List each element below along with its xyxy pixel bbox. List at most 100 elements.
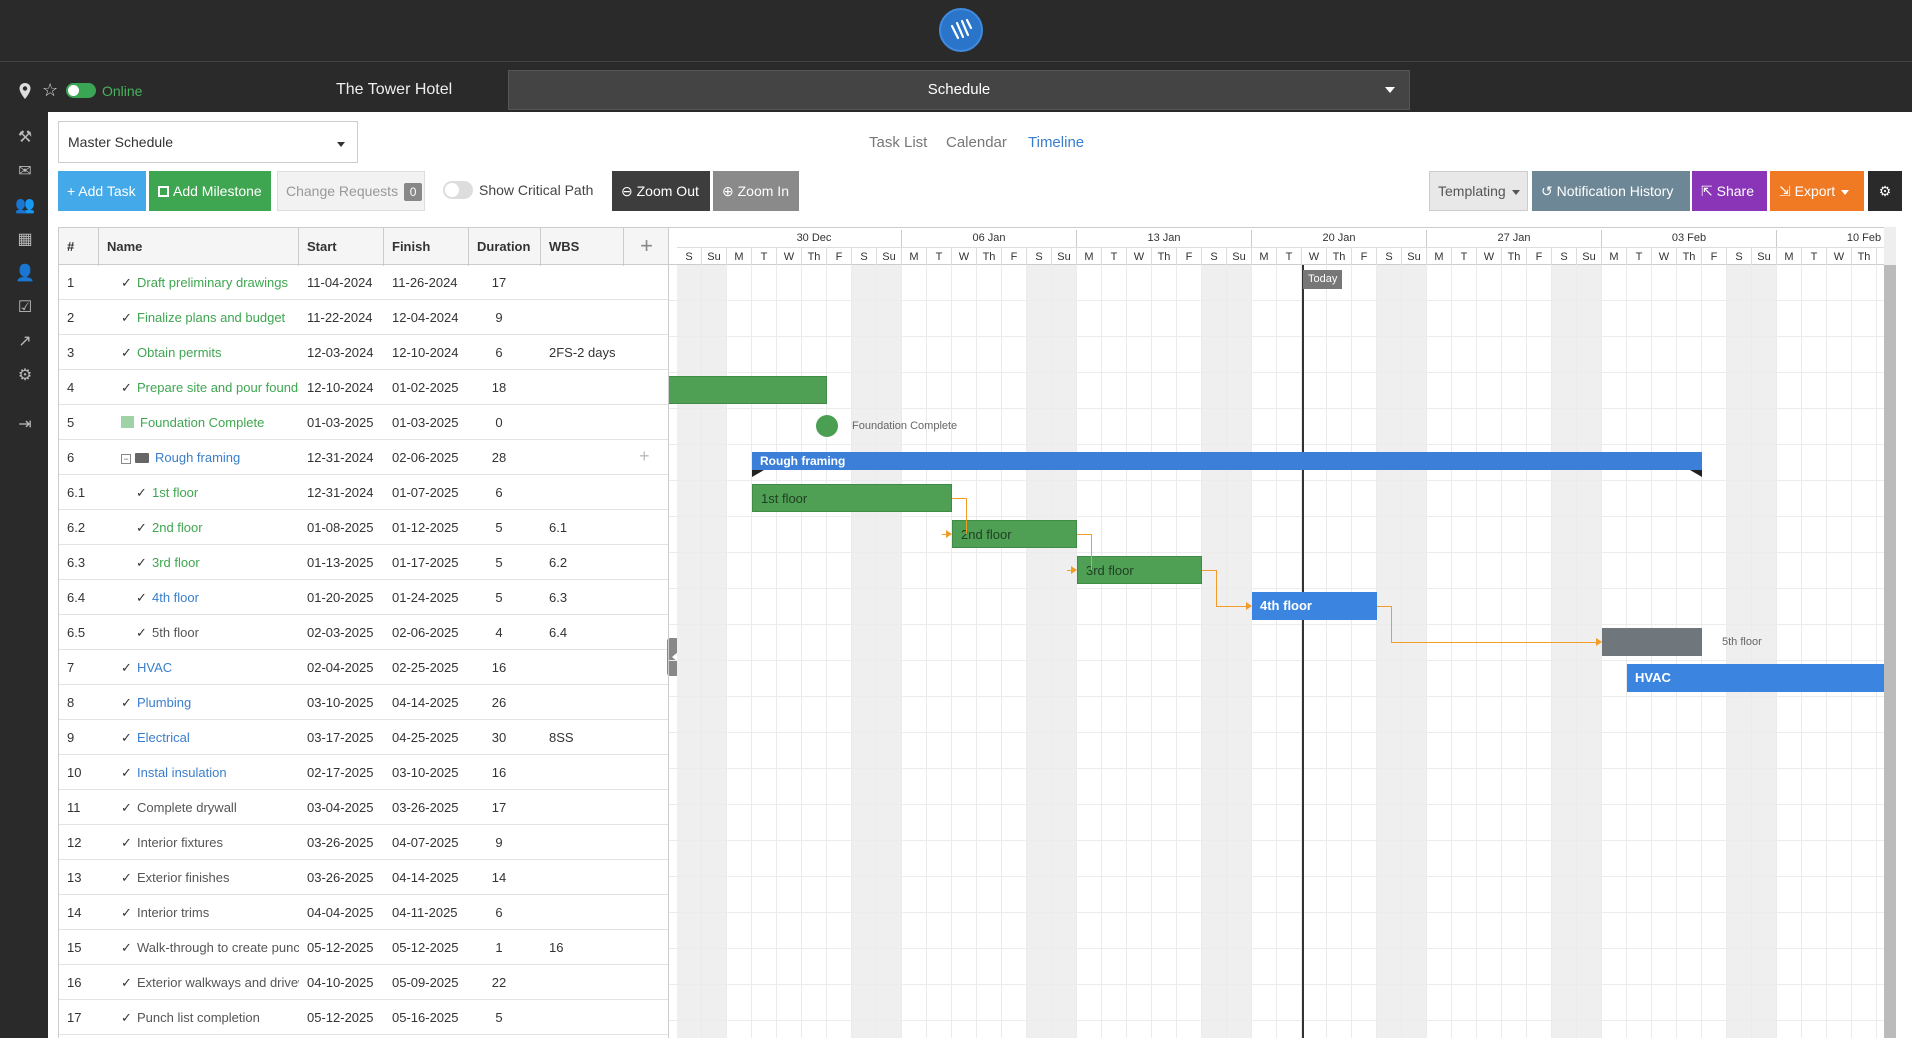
calendar-icon[interactable]: ▦	[14, 229, 36, 251]
table-row[interactable]: 6.1 ✓ 1st floor 12-31-2024 01-07-2025 6	[59, 475, 669, 510]
tab-timeline[interactable]: Timeline	[1028, 134, 1084, 151]
task-name-cell[interactable]: ✓ Punch list completion	[99, 1000, 299, 1035]
project-name[interactable]: The Tower Hotel	[336, 81, 452, 99]
column-header-number[interactable]: #	[59, 228, 99, 266]
table-row[interactable]: 5 Foundation Complete 01-03-2025 01-03-2025…	[59, 405, 669, 440]
task-name-cell[interactable]: ✓ Exterior finishes	[99, 860, 299, 895]
column-header-duration[interactable]: Duration	[469, 228, 541, 266]
task-name-cell[interactable]: ✓ 5th floor	[99, 615, 299, 650]
task-name-cell[interactable]: ✓ Plumbing	[99, 685, 299, 720]
settings-gear-icon[interactable]: ⚙	[14, 365, 36, 387]
task-name-cell[interactable]: ✓ Walk-through to create punch list	[99, 930, 299, 965]
table-row[interactable]: 9 ✓ Electrical 03-17-2025 04-25-2025 30 8SS	[59, 720, 669, 755]
table-row[interactable]: 2 ✓ Finalize plans and budget 11-22-2024 12-…	[59, 300, 669, 335]
task-name-cell[interactable]: ✓ Exterior walkways and driveway	[99, 965, 299, 1000]
task-name-link[interactable]: 4th floor	[152, 590, 199, 605]
table-row[interactable]: 3 ✓ Obtain permits 12-03-2024 12-10-2024 6 2FS…	[59, 335, 669, 370]
collapse-minus-icon[interactable]: −	[121, 454, 131, 464]
task-bar[interactable]: 3rd floor	[1077, 556, 1202, 584]
table-row[interactable]: 11 ✓ Complete drywall 03-04-2025 03-26-2025 1…	[59, 790, 669, 825]
task-bar[interactable]: 1st floor	[752, 484, 952, 512]
task-name-link[interactable]: Instal insulation	[137, 765, 227, 780]
add-milestone-button[interactable]: Add Milestone	[149, 171, 271, 211]
table-row[interactable]: 6.4 ✓ 4th floor 01-20-2025 01-24-2025 5 6.3	[59, 580, 669, 615]
task-name-link[interactable]: Foundation Complete	[140, 415, 264, 430]
task-name-cell[interactable]: − Rough framing	[99, 440, 299, 475]
task-name-link[interactable]: Exterior walkways and driveway	[137, 975, 299, 990]
task-bar[interactable]: HVAC	[1627, 664, 1884, 692]
task-name-cell[interactable]: ✓ Interior fixtures	[99, 825, 299, 860]
favorite-star-icon[interactable]: ☆	[42, 81, 58, 99]
grid-settings-button[interactable]: ⚙	[1868, 171, 1902, 211]
table-row[interactable]: 14 ✓ Interior trims 04-04-2025 04-11-2025 6	[59, 895, 669, 930]
task-name-link[interactable]: Complete drywall	[137, 800, 237, 815]
hammer-icon[interactable]: ⚒	[14, 127, 36, 149]
task-name-cell[interactable]: ✓ Complete drywall	[99, 790, 299, 825]
task-name-link[interactable]: Interior fixtures	[137, 835, 223, 850]
checklist-icon[interactable]: ☑	[14, 297, 36, 319]
table-row[interactable]: 13 ✓ Exterior finishes 03-26-2025 04-14-2025…	[59, 860, 669, 895]
task-name-cell[interactable]: ✓ Interior trims	[99, 895, 299, 930]
task-name-link[interactable]: Obtain permits	[137, 345, 222, 360]
task-name-cell[interactable]: ✓ Electrical	[99, 720, 299, 755]
tab-task-list[interactable]: Task List	[869, 134, 927, 151]
task-bar[interactable]: 2nd floor	[952, 520, 1077, 548]
online-toggle[interactable]	[66, 83, 96, 98]
templating-button[interactable]: Templating	[1429, 171, 1528, 211]
task-name-link[interactable]: Prepare site and pour foundation	[137, 380, 299, 395]
task-name-cell[interactable]: ✓ Obtain permits	[99, 335, 299, 370]
task-bar[interactable]	[669, 376, 827, 404]
task-name-link[interactable]: Interior trims	[137, 905, 209, 920]
table-row[interactable]: 6 − Rough framing 12-31-2024 02-06-2025 28 +	[59, 440, 669, 475]
task-name-cell[interactable]: ✓ 3rd floor	[99, 545, 299, 580]
column-header-name[interactable]: Name	[99, 228, 299, 266]
table-row[interactable]: 16 ✓ Exterior walkways and driveway 04-10-2…	[59, 965, 669, 1000]
timeline-scrollbar[interactable]	[1884, 265, 1896, 1038]
task-name-link[interactable]: Walk-through to create punch list	[137, 940, 299, 955]
schedule-select[interactable]: Master Schedule	[58, 121, 358, 163]
critical-path-toggle[interactable]	[443, 181, 473, 199]
export-button[interactable]: ⇲ Export	[1770, 171, 1864, 211]
task-bar[interactable]	[1602, 628, 1702, 656]
add-task-button[interactable]: + Add Task	[58, 171, 146, 211]
tab-calendar[interactable]: Calendar	[946, 134, 1007, 151]
share-button[interactable]: ⇱ Share	[1692, 171, 1767, 211]
add-subtask-plus-icon[interactable]: +	[639, 446, 650, 467]
task-name-cell[interactable]: ✓ Draft preliminary drawings	[99, 265, 299, 300]
location-pin-icon[interactable]	[18, 82, 32, 100]
task-name-link[interactable]: Draft preliminary drawings	[137, 275, 288, 290]
task-name-cell[interactable]: ✓ Instal insulation	[99, 755, 299, 790]
table-row[interactable]: 4 ✓ Prepare site and pour foundation 12-10-…	[59, 370, 669, 405]
column-header-start[interactable]: Start	[299, 228, 384, 266]
task-name-link[interactable]: 2nd floor	[152, 520, 203, 535]
change-requests-button[interactable]: Change Requests 0	[277, 171, 425, 211]
table-row[interactable]: 7 ✓ HVAC 02-04-2025 02-25-2025 16	[59, 650, 669, 685]
table-row[interactable]: 17 ✓ Punch list completion 05-12-2025 05-16-…	[59, 1000, 669, 1035]
table-row[interactable]: 15 ✓ Walk-through to create punch list 05-1…	[59, 930, 669, 965]
column-header-wbs[interactable]: WBS	[541, 228, 624, 266]
summary-bar[interactable]: Rough framing	[752, 452, 1702, 470]
mail-icon[interactable]: ✉	[14, 161, 36, 183]
task-name-link[interactable]: Finalize plans and budget	[137, 310, 285, 325]
task-name-cell[interactable]: ✓ Finalize plans and budget	[99, 300, 299, 335]
table-row[interactable]: 8 ✓ Plumbing 03-10-2025 04-14-2025 26	[59, 685, 669, 720]
task-name-cell[interactable]: ✓ Prepare site and pour foundation	[99, 370, 299, 405]
task-name-cell[interactable]: Foundation Complete	[99, 405, 299, 440]
table-row[interactable]: 6.2 ✓ 2nd floor 01-08-2025 01-12-2025 5 6.1	[59, 510, 669, 545]
table-row[interactable]: 6.5 ✓ 5th floor 02-03-2025 02-06-2025 4 6.4	[59, 615, 669, 650]
notification-history-button[interactable]: ↺ Notification History	[1532, 171, 1690, 211]
task-name-link[interactable]: Rough framing	[155, 450, 240, 465]
task-name-link[interactable]: 1st floor	[152, 485, 198, 500]
column-header-finish[interactable]: Finish	[384, 228, 469, 266]
table-row[interactable]: 12 ✓ Interior fixtures 03-26-2025 04-07-2025…	[59, 825, 669, 860]
task-name-link[interactable]: Plumbing	[137, 695, 191, 710]
task-name-cell[interactable]: ✓ 2nd floor	[99, 510, 299, 545]
task-name-link[interactable]: 3rd floor	[152, 555, 200, 570]
table-row[interactable]: 6.3 ✓ 3rd floor 01-13-2025 01-17-2025 5 6.2	[59, 545, 669, 580]
milestone-marker[interactable]	[816, 415, 838, 437]
task-bar[interactable]: 4th floor	[1252, 592, 1377, 620]
zoom-in-button[interactable]: ⊕ Zoom In	[713, 171, 799, 211]
contacts-icon[interactable]: 👤	[14, 263, 36, 285]
chart-icon[interactable]: ↗	[14, 331, 36, 353]
app-logo[interactable]	[939, 8, 983, 52]
